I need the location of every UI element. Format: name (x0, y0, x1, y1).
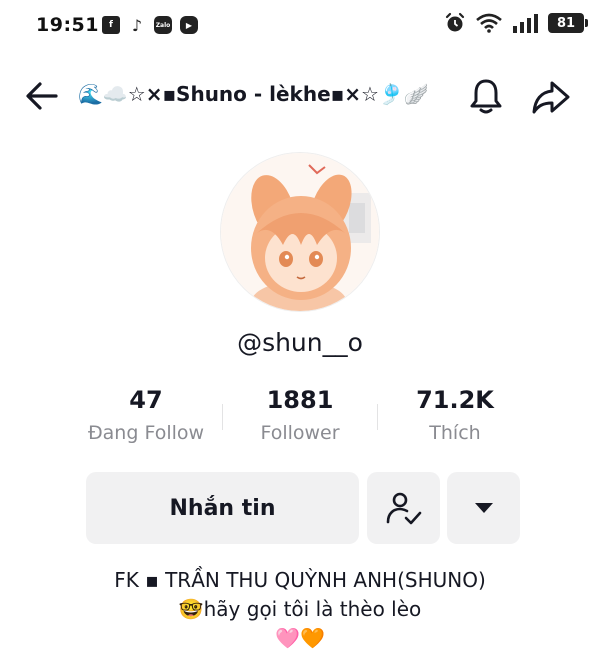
arrow-left-icon (26, 82, 58, 110)
back-button[interactable] (22, 78, 62, 114)
stat-followers-count: 1881 (266, 386, 334, 414)
bio-line: 🤓hãy gọi tôi là thèo lèo (178, 597, 422, 621)
battery-indicator: 81 (548, 13, 588, 33)
profile-bio: FK ▪ TRẦN THU QUỲNH ANH(SHUNO) 🤓hãy gọi … (0, 566, 600, 653)
status-bar: 19:51 f ♪ Zalo ▶ 81 (0, 0, 600, 52)
profile-stats: 47 Đang Follow 1881 Follower 71.2K Thích (0, 386, 600, 458)
stat-following[interactable]: 47 Đang Follow (61, 386, 231, 444)
stat-likes-label: Thích (429, 422, 481, 444)
share-button[interactable] (530, 78, 572, 116)
status-time: 19:51 (36, 14, 99, 36)
bio-line: 🩷🧡 (275, 626, 325, 650)
share-icon (532, 81, 570, 114)
stat-followers-label: Follower (260, 422, 340, 444)
more-options-button[interactable] (447, 472, 520, 544)
profile-actions: Nhắn tin (86, 472, 520, 546)
avatar-illustration (221, 153, 379, 311)
profile-avatar[interactable] (220, 152, 380, 312)
page-title: 🌊☁️☆×▪Shuno - lèkhe▪×☆🎐🪽 (78, 82, 429, 106)
facebook-icon: f (102, 16, 120, 34)
bio-line: FK ▪ TRẦN THU QUỲNH ANH(SHUNO) (114, 568, 486, 592)
profile-username: @shun__o (237, 328, 363, 357)
notification-icons: f ♪ Zalo ▶ (102, 15, 198, 35)
bell-icon (470, 79, 502, 114)
tiktok-icon: ♪ (131, 15, 143, 35)
message-button[interactable]: Nhắn tin (86, 472, 359, 544)
wifi-icon (476, 13, 502, 33)
friend-status-button[interactable] (367, 472, 440, 544)
signal-icon (513, 14, 538, 33)
notification-bell-button[interactable] (466, 76, 506, 116)
stat-likes-count: 71.2K (416, 386, 494, 414)
stat-following-label: Đang Follow (87, 422, 205, 444)
alarm-icon (445, 12, 465, 32)
youtube-icon: ▶ (180, 16, 198, 34)
profile-header: 🌊☁️☆×▪Shuno - lèkhe▪×☆🎐🪽 (0, 66, 600, 126)
caret-down-icon (474, 503, 493, 513)
stat-likes[interactable]: 71.2K Thích (370, 386, 540, 444)
zalo-icon: Zalo (154, 16, 172, 34)
stat-following-count: 47 (129, 386, 163, 414)
stat-followers[interactable]: 1881 Follower (215, 386, 385, 444)
system-icons: 81 (444, 12, 588, 34)
user-check-icon (386, 492, 421, 525)
